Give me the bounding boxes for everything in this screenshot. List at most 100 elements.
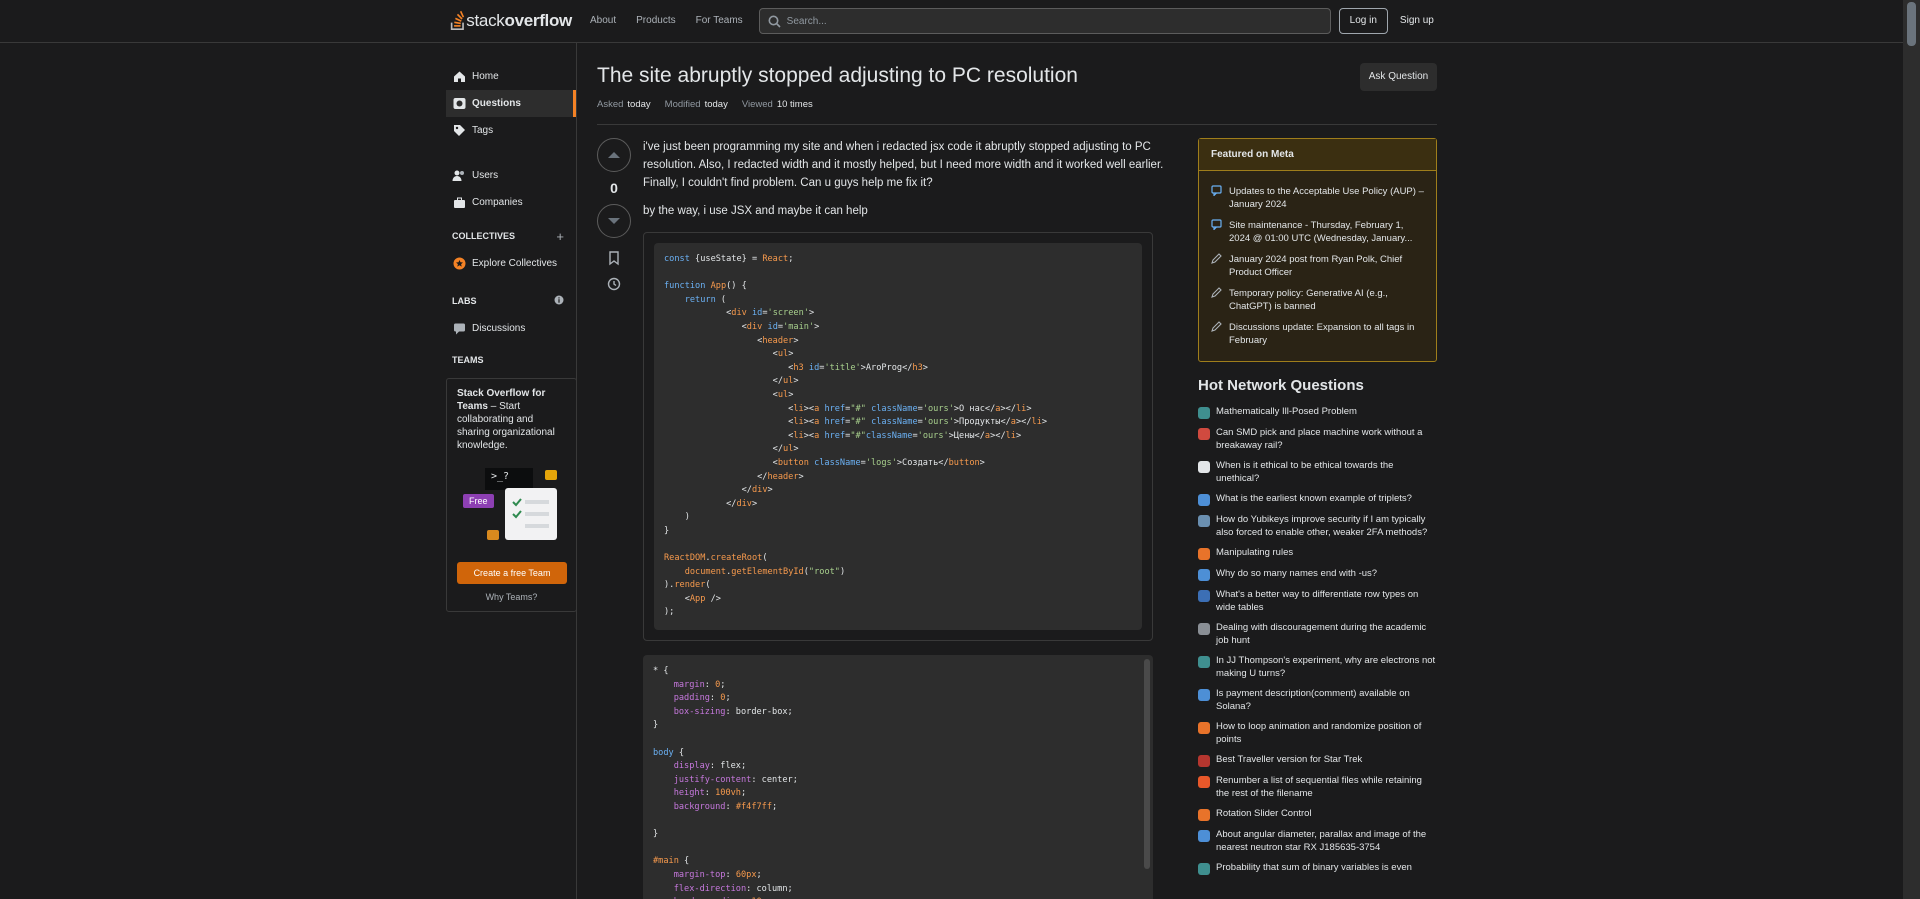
sidebar-item-home[interactable]: Home — [446, 63, 576, 90]
hnq-item[interactable]: Is payment description(comment) availabl… — [1198, 688, 1437, 713]
hnq-item-label: About angular diameter, parallax and ima… — [1216, 829, 1427, 853]
collectives-icon — [452, 257, 466, 271]
labs-header-label: LABS — [452, 296, 477, 306]
stackoverflow-logo-icon — [450, 10, 465, 30]
code-scrollbar[interactable] — [1144, 659, 1150, 870]
nav-about[interactable]: About — [580, 0, 626, 42]
hnq-item-label: When is it ethical to be ethical towards… — [1216, 460, 1394, 484]
hnq-item[interactable]: How to loop animation and randomize posi… — [1198, 721, 1437, 746]
arrow-up-icon — [608, 152, 620, 158]
stackoverflow-logo[interactable]: stackoverflow — [450, 0, 572, 42]
sidebar-item-companies[interactable]: Companies — [446, 189, 576, 216]
nav-products[interactable]: Products — [626, 0, 685, 42]
featured-list: Updates to the Acceptable Use Policy (AU… — [1199, 171, 1436, 361]
terminal-graphic: >_? — [485, 468, 533, 490]
featured-item[interactable]: Site maintenance - Thursday, February 1,… — [1211, 219, 1424, 245]
free-badge: Free — [463, 494, 494, 508]
featured-item[interactable]: Temporary policy: Generative AI (e.g., C… — [1211, 287, 1424, 313]
site-icon — [1198, 590, 1210, 602]
pencil-icon — [1211, 253, 1225, 279]
hot-network-questions-title[interactable]: Hot Network Questions — [1198, 377, 1364, 394]
signup-button[interactable]: Sign up — [1394, 8, 1440, 34]
teams-promo: Stack Overflow for Teams – Start collabo… — [446, 378, 577, 612]
hot-network-questions-list: Mathematically Ill-Posed Problem Can SMD … — [1198, 406, 1437, 883]
featured-item[interactable]: January 2024 post from Ryan Polk, Chief … — [1211, 253, 1424, 279]
asked-value: today — [627, 99, 651, 110]
info-icon[interactable] — [554, 295, 564, 307]
home-icon — [452, 70, 466, 84]
chat-bubble-icon — [487, 530, 499, 540]
site-icon — [1198, 623, 1210, 635]
plus-icon[interactable]: + — [556, 229, 564, 244]
hnq-item[interactable]: Can SMD pick and place machine work with… — [1198, 427, 1437, 452]
modified-value[interactable]: today — [705, 99, 728, 110]
left-nav: Home Questions Tags Users Companies — [446, 63, 576, 216]
sidebar-item-discussions[interactable]: Discussions — [446, 315, 576, 342]
bookmark-icon[interactable] — [606, 250, 622, 266]
hnq-item[interactable]: Dealing with discouragement during the a… — [1198, 622, 1437, 647]
code-block-jsx[interactable]: const {useState} = React; function App()… — [654, 243, 1142, 631]
hnq-item[interactable]: Rotation Slider Control — [1198, 808, 1437, 821]
why-teams-link[interactable]: Why Teams? — [457, 592, 566, 602]
sidebar-item-label: Home — [472, 71, 499, 82]
hnq-item[interactable]: Manipulating rules — [1198, 547, 1437, 560]
featured-item-label: Site maintenance - Thursday, February 1,… — [1229, 220, 1413, 244]
hnq-item-label: Manipulating rules — [1216, 547, 1294, 558]
create-free-team-button[interactable]: Create a free Team — [457, 562, 567, 584]
hnq-item[interactable]: Best Traveller version for Star Trek — [1198, 754, 1437, 767]
hnq-item-label: Why do so many names end with -us? — [1216, 568, 1378, 579]
post-paragraph: i've just been programming my site and w… — [643, 141, 1164, 189]
discussions-icon — [452, 322, 466, 336]
sidebar-item-tags[interactable]: Tags — [446, 117, 576, 144]
history-icon[interactable] — [606, 276, 622, 292]
globe-icon — [452, 97, 466, 111]
site-icon — [1198, 863, 1210, 875]
main-content: The site abruptly stopped adjusting to P… — [597, 43, 1437, 899]
hnq-item[interactable]: What is the earliest known example of tr… — [1198, 493, 1437, 506]
sidebar-item-explore-collectives[interactable]: Explore Collectives — [446, 250, 576, 277]
code-snippet-css: * { margin: 0; padding: 0; box-sizing: b… — [643, 655, 1153, 899]
hnq-item[interactable]: What's a better way to differentiate row… — [1198, 589, 1437, 614]
site-icon — [1198, 494, 1210, 506]
featured-item-label: Updates to the Acceptable Use Policy (AU… — [1229, 186, 1424, 210]
hnq-item[interactable]: Mathematically Ill-Posed Problem — [1198, 406, 1437, 419]
nav-for-teams[interactable]: For Teams — [686, 0, 753, 42]
downvote-button[interactable] — [597, 204, 631, 238]
hnq-item[interactable]: In JJ Thompson's experiment, why are ele… — [1198, 655, 1437, 680]
hnq-item[interactable]: When is it ethical to be ethical towards… — [1198, 460, 1437, 485]
hnq-item-label: In JJ Thompson's experiment, why are ele… — [1216, 655, 1436, 679]
page-scrollbar[interactable] — [1903, 0, 1920, 899]
post-body: i've just been programming my site and w… — [643, 138, 1167, 899]
hnq-item[interactable]: Renumber a list of sequential files whil… — [1198, 775, 1437, 800]
upvote-button[interactable] — [597, 138, 631, 172]
post-paragraph: by the way, i use JSX and maybe it can h… — [643, 205, 868, 217]
hnq-item[interactable]: Probability that sum of binary variables… — [1198, 862, 1437, 875]
site-icon — [1198, 656, 1210, 668]
featured-item-label: Discussions update: Expansion to all tag… — [1229, 322, 1415, 346]
left-sidebar: Home Questions Tags Users Companies COLL… — [446, 43, 577, 899]
hnq-item-label: How do Yubikeys improve security if I am… — [1216, 514, 1428, 538]
site-icon — [1198, 776, 1210, 788]
hnq-item[interactable]: About angular diameter, parallax and ima… — [1198, 829, 1437, 854]
login-button[interactable]: Log in — [1338, 8, 1388, 34]
featured-item[interactable]: Discussions update: Expansion to all tag… — [1211, 321, 1424, 347]
sidebar-item-label: Users — [472, 170, 499, 181]
site-icon — [1198, 461, 1210, 473]
search-icon — [768, 15, 781, 28]
tag-icon — [452, 124, 466, 138]
collectives-header-label: COLLECTIVES — [452, 231, 516, 241]
sidebar-item-label: Companies — [472, 197, 523, 208]
code-block-css[interactable]: * { margin: 0; padding: 0; box-sizing: b… — [643, 655, 1153, 899]
search-input[interactable] — [786, 15, 1307, 27]
hnq-item[interactable]: Why do so many names end with -us? — [1198, 568, 1437, 581]
sidebar-item-users[interactable]: Users — [446, 162, 576, 189]
hnq-item-label: Is payment description(comment) availabl… — [1216, 688, 1410, 712]
question-title[interactable]: The site abruptly stopped adjusting to P… — [597, 64, 1078, 88]
ask-question-button[interactable]: Ask Question — [1360, 63, 1437, 91]
top-bar-inner: stackoverflow About Products For Teams L… — [450, 0, 1440, 42]
featured-item[interactable]: Updates to the Acceptable Use Policy (AU… — [1211, 185, 1424, 211]
sidebar-item-questions[interactable]: Questions — [446, 90, 576, 117]
featured-on-meta: Featured on Meta Updates to the Acceptab… — [1198, 138, 1437, 362]
hnq-item[interactable]: How do Yubikeys improve security if I am… — [1198, 514, 1437, 539]
page-scrollbar-thumb[interactable] — [1907, 2, 1916, 46]
